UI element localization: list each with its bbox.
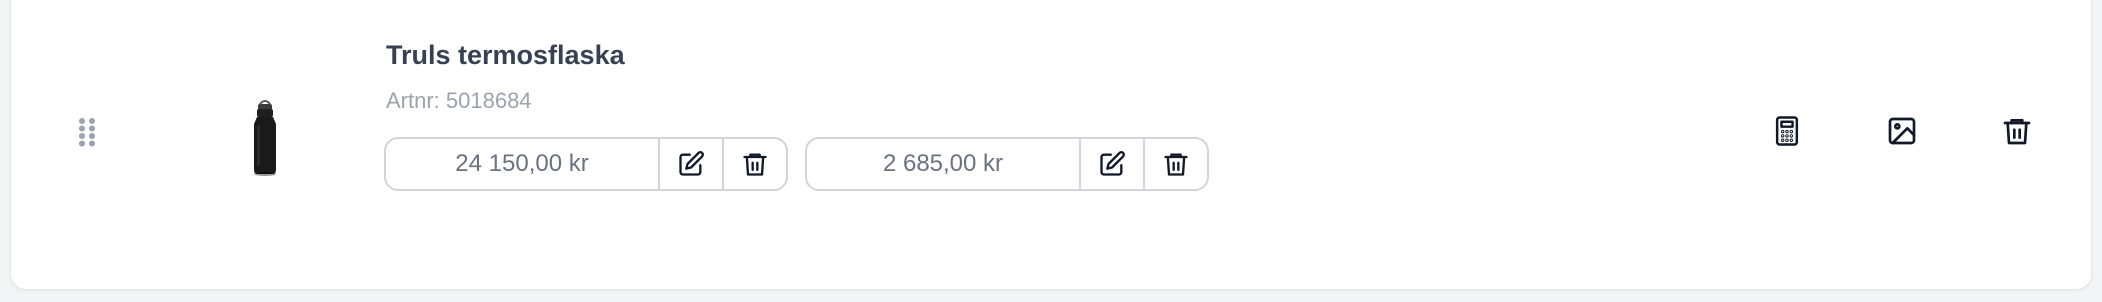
delete-row-button[interactable]	[1997, 111, 2037, 151]
edit-icon	[1098, 150, 1126, 178]
calculator-button[interactable]	[1767, 111, 1807, 151]
product-image	[240, 100, 290, 180]
delete-price-2-button[interactable]	[1145, 139, 1207, 189]
product-article-number: Artnr: 5018684	[386, 88, 532, 113]
trash-icon	[1162, 150, 1190, 178]
edit-price-2-button[interactable]	[1081, 139, 1145, 189]
calculator-icon	[1772, 115, 1802, 147]
product-title: Truls termosflaska	[386, 40, 625, 70]
image-icon	[1886, 115, 1918, 147]
trash-icon	[2001, 114, 2033, 148]
price-input-2[interactable]	[807, 139, 1081, 189]
edit-icon	[677, 150, 705, 178]
price-input-1[interactable]	[386, 139, 660, 189]
price-field-group-2	[805, 137, 1209, 191]
delete-price-1-button[interactable]	[724, 139, 786, 189]
price-field-group-1	[384, 137, 788, 191]
trash-icon	[741, 150, 769, 178]
image-button[interactable]	[1882, 111, 1922, 151]
edit-price-1-button[interactable]	[660, 139, 724, 189]
drag-handle-icon[interactable]	[78, 117, 96, 147]
